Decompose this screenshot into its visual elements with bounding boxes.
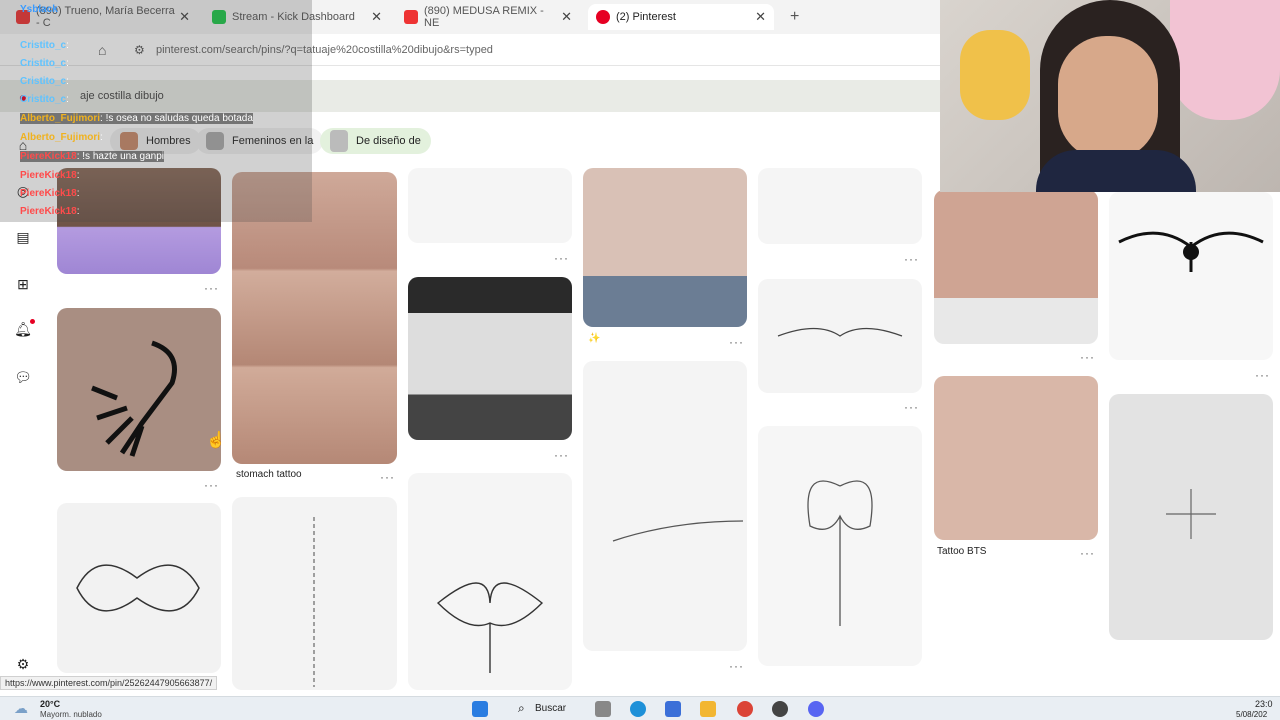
more-options-icon[interactable]: ··· — [554, 448, 569, 462]
chip-diseno[interactable]: De diseño de — [320, 128, 431, 154]
pin-caption[interactable]: stomach tattoo — [236, 469, 302, 480]
chat-message: Ysblack — [20, 4, 58, 15]
more-options-icon[interactable]: ··· — [1080, 350, 1095, 364]
webcam-overlay — [940, 0, 1280, 192]
notification-dot — [30, 319, 35, 324]
new-tab-button[interactable]: + — [782, 4, 804, 30]
star-drawing-icon — [1166, 489, 1216, 539]
edge-icon[interactable] — [630, 701, 646, 717]
weather-desc[interactable]: Mayorm. nublado — [40, 710, 102, 719]
stream-chat-overlay: Ysblack Cristito_c: Cristito_c: Cristito… — [0, 0, 312, 222]
pin-image[interactable] — [583, 168, 747, 327]
chrome-icon[interactable] — [737, 701, 753, 717]
more-options-icon[interactable]: ··· — [204, 281, 219, 295]
file-explorer-icon[interactable] — [700, 701, 716, 717]
more-options-icon[interactable]: ··· — [554, 251, 569, 265]
pin-caption[interactable]: Tattoo BTS — [937, 546, 986, 557]
streamer-face — [1058, 36, 1158, 160]
create-icon[interactable]: ⊞ — [14, 275, 32, 293]
tab-title: (2) Pinterest — [616, 11, 676, 23]
store-icon[interactable] — [665, 701, 681, 717]
chip-label: De diseño de — [356, 135, 421, 147]
tab-pinterest[interactable]: (2) Pinterest ✕ — [588, 4, 774, 30]
pin-image[interactable] — [408, 168, 572, 243]
chat-message: PiereKick18: — [20, 188, 80, 199]
boards-icon[interactable]: ▤ — [14, 228, 32, 246]
windows-start-icon[interactable] — [472, 701, 488, 717]
taskbar-search[interactable]: Buscar — [535, 703, 566, 714]
chat-message: PiereKick18: !s hazte una ganpi — [20, 151, 165, 162]
chat-message: Alberto_Fujimori: !s osea no saludas que… — [20, 113, 253, 124]
chat-message: Cristito_c: — [20, 76, 69, 87]
chair-ears — [1170, 0, 1280, 120]
chat-message: PiereKick18: — [20, 170, 80, 181]
spine-script-icon — [313, 517, 315, 687]
task-view-icon[interactable] — [595, 701, 611, 717]
weather-icon: ☁ — [14, 700, 28, 716]
mouse-cursor-icon: ☝ — [206, 432, 226, 449]
more-options-icon[interactable]: ··· — [904, 252, 919, 266]
more-options-icon[interactable]: ··· — [380, 470, 395, 484]
clock-time[interactable]: 23:0 — [1255, 699, 1273, 709]
pin-image-scorpion[interactable] — [57, 308, 221, 471]
pin-image-faces-drawing[interactable] — [57, 503, 221, 673]
close-tab-icon[interactable]: ✕ — [371, 9, 382, 25]
flower-script-icon — [612, 520, 744, 542]
scorpion-tattoo-icon — [91, 340, 177, 457]
chat-message: Cristito_c: — [20, 94, 69, 105]
windows-taskbar: ☁ 20°C Mayorm. nublado ⌕ Buscar 23:0 5/0… — [0, 696, 1280, 720]
discord-icon[interactable] — [808, 701, 824, 717]
spider-tattoo-icon — [1118, 231, 1264, 272]
search-icon[interactable]: ⌕ — [518, 701, 525, 716]
pin-image[interactable] — [758, 168, 922, 244]
sparkle-icon: ✨ — [588, 333, 601, 344]
more-options-icon[interactable]: ··· — [729, 659, 744, 673]
settings-icon[interactable]: ⚙ — [14, 655, 32, 673]
tab-title: (890) MEDUSA REMIX - NE — [424, 5, 544, 29]
pin-image-tribal[interactable] — [758, 279, 922, 393]
faces-drawing-icon — [76, 564, 200, 612]
more-options-icon[interactable]: ··· — [204, 478, 219, 492]
pin-image-manta-ray[interactable] — [408, 473, 572, 690]
streamer-shirt — [1036, 150, 1196, 192]
more-options-icon[interactable]: ··· — [1255, 368, 1270, 382]
chat-message: Cristito_c: — [20, 58, 69, 69]
messages-icon[interactable]: 💬︎ — [14, 368, 32, 386]
manta-ray-icon — [436, 582, 544, 673]
pin-image-star[interactable] — [1109, 394, 1273, 640]
more-options-icon[interactable]: ··· — [904, 400, 919, 414]
link-status-bar: https://www.pinterest.com/pin/2526244790… — [0, 676, 218, 690]
chip-thumb — [330, 130, 348, 152]
chat-message: Cristito_c: — [20, 40, 69, 51]
notifications-icon[interactable]: 🔔︎ — [14, 320, 32, 338]
close-tab-icon[interactable]: ✕ — [561, 9, 572, 25]
clock-date[interactable]: 5/08/202 — [1236, 710, 1267, 719]
youtube-icon — [404, 10, 418, 24]
chat-message: PiereKick18: — [20, 206, 80, 217]
pin-image-spider[interactable] — [1109, 192, 1273, 360]
pinterest-icon — [596, 10, 610, 24]
pin-image-fairy[interactable] — [758, 426, 922, 666]
pin-image-flower-script[interactable] — [583, 361, 747, 651]
plush-toy — [960, 30, 1030, 120]
tribal-drawing-icon — [777, 327, 903, 337]
chat-message: Alberto_Fujimori: — [20, 132, 103, 143]
pin-image[interactable] — [934, 190, 1098, 344]
obs-icon[interactable] — [772, 701, 788, 717]
pin-image-love-yourself[interactable] — [408, 277, 572, 440]
fairy-drawing-icon — [807, 480, 873, 626]
weather-temp[interactable]: 20°C — [40, 699, 60, 709]
pin-image-tattoo-bts[interactable] — [934, 376, 1098, 540]
close-tab-icon[interactable]: ✕ — [755, 9, 766, 25]
pin-image-spine-script[interactable] — [232, 497, 397, 690]
tab-youtube-medusa[interactable]: (890) MEDUSA REMIX - NE ✕ — [396, 4, 580, 30]
more-options-icon[interactable]: ··· — [729, 335, 744, 349]
more-options-icon[interactable]: ··· — [1080, 546, 1095, 560]
